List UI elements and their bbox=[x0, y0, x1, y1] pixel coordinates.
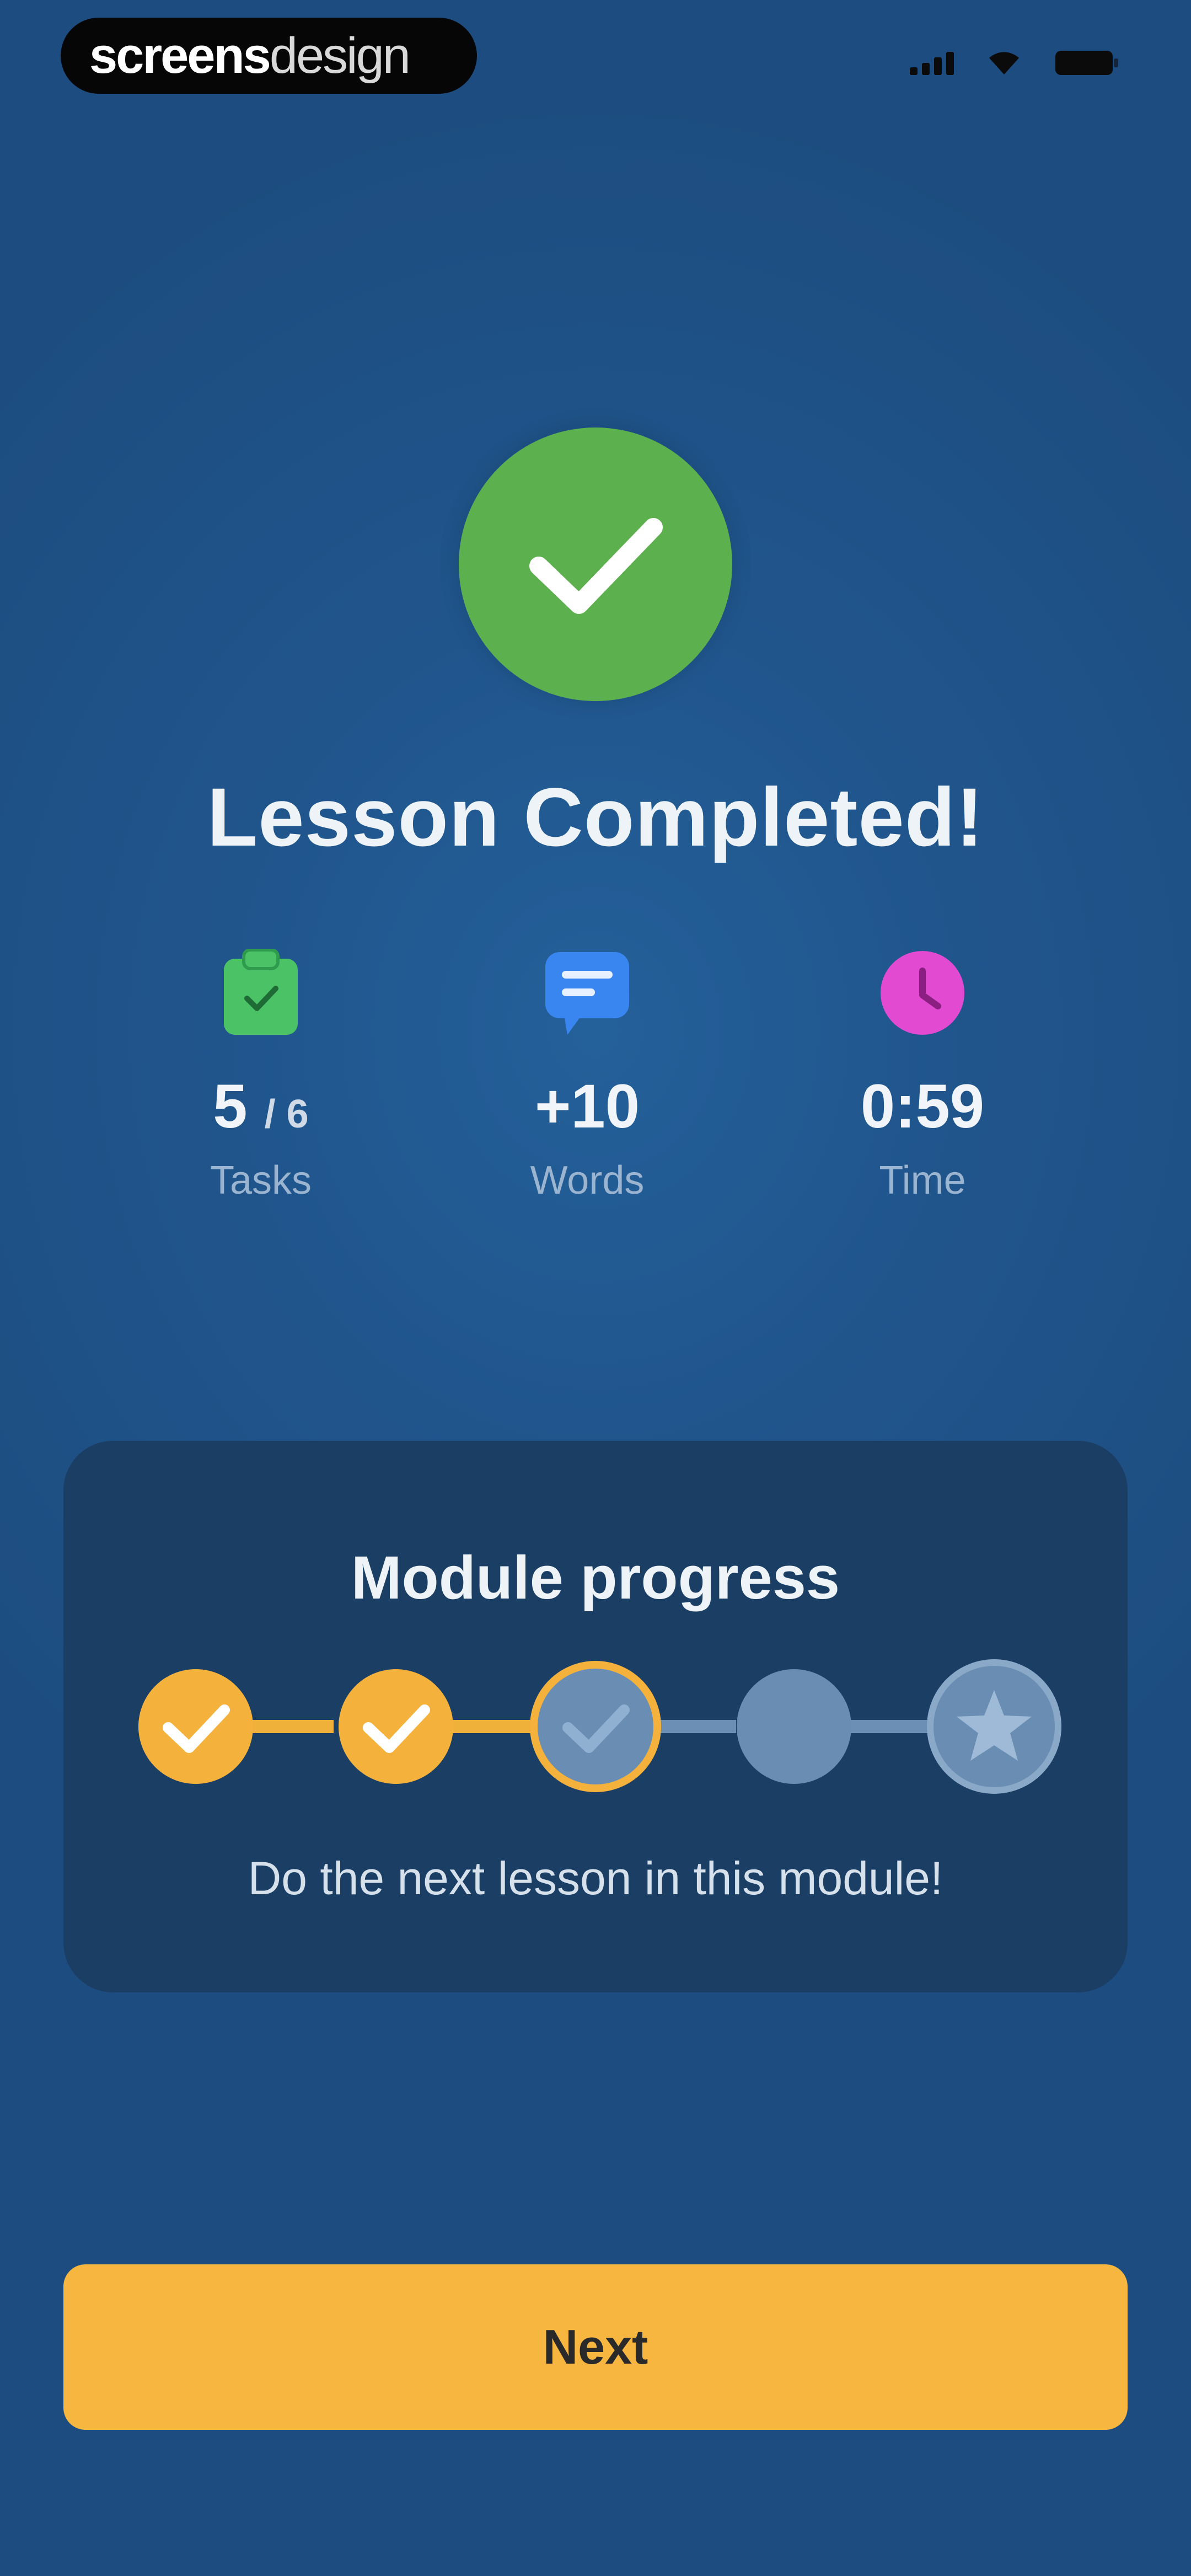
check-icon bbox=[529, 518, 663, 614]
tasks-total: / 6 bbox=[264, 1092, 309, 1136]
stat-words-label: Words bbox=[530, 1158, 645, 1203]
progress-step-3-current bbox=[530, 1661, 661, 1792]
module-progress-card: Module progress Do the next lesson in th… bbox=[63, 1441, 1128, 1992]
stat-tasks-label: Tasks bbox=[210, 1158, 312, 1203]
stat-words: +10 Words bbox=[471, 949, 703, 1200]
stat-tasks: 5 / 6 Tasks bbox=[145, 949, 377, 1200]
progress-step-1 bbox=[138, 1669, 253, 1784]
chat-bubble-icon bbox=[545, 952, 629, 1035]
brand-text-bold: screens bbox=[89, 27, 271, 84]
clock-icon bbox=[881, 951, 964, 1035]
success-badge bbox=[459, 427, 732, 701]
stat-time: 0:59 Time bbox=[807, 949, 1038, 1200]
stat-tasks-value: 5 / 6 bbox=[145, 1076, 377, 1137]
status-icons bbox=[910, 50, 1119, 76]
battery-icon bbox=[1054, 50, 1119, 76]
stat-time-value: 0:59 bbox=[860, 1072, 985, 1141]
brand-watermark: screens design bbox=[61, 18, 477, 94]
wifi-icon bbox=[987, 50, 1021, 76]
stat-time-label: Time bbox=[879, 1158, 966, 1203]
progress-step-2 bbox=[339, 1669, 453, 1784]
page-title: Lesson Completed! bbox=[207, 771, 984, 863]
module-progress-hint: Do the next lesson in this module! bbox=[248, 1852, 943, 1904]
module-progress-track bbox=[138, 1659, 1061, 1794]
clipboard-check-icon bbox=[224, 949, 298, 1035]
signal-icon bbox=[910, 51, 954, 75]
progress-step-4 bbox=[737, 1669, 851, 1784]
stat-words-value: +10 bbox=[535, 1072, 640, 1141]
tasks-completed: 5 bbox=[213, 1072, 248, 1141]
brand-text-light: design bbox=[269, 27, 411, 84]
progress-step-5-final bbox=[927, 1659, 1061, 1794]
next-button[interactable]: Next bbox=[63, 2264, 1128, 2430]
